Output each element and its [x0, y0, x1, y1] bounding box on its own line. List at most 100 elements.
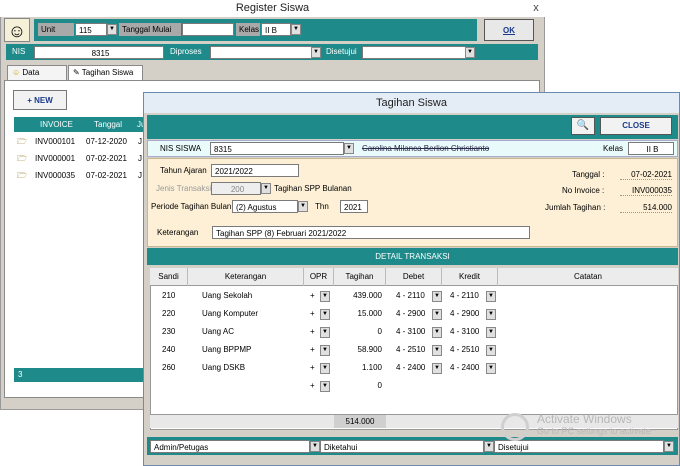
- kredit-dropdown-icon[interactable]: ▼: [486, 309, 496, 320]
- detail-table-header: Sandi Keterangan OPR Tagihan Debet Kredi…: [150, 268, 678, 286]
- tanggal-mulai-input[interactable]: [182, 23, 234, 36]
- disetujui-input[interactable]: [362, 46, 466, 59]
- row-keterangan: Uang Komputer: [202, 309, 259, 318]
- tahun-ajaran-input[interactable]: 2021/2022: [211, 164, 299, 177]
- jenis-transaksi-dropdown-icon[interactable]: ▼: [261, 183, 271, 194]
- opr-dropdown-icon[interactable]: ▼: [320, 363, 330, 374]
- row-sandi: 260: [162, 363, 176, 372]
- kelas-input[interactable]: II B: [261, 23, 291, 36]
- admin-dropdown-icon[interactable]: ▼: [310, 441, 320, 452]
- kelas-dropdown-icon[interactable]: ▼: [291, 24, 301, 35]
- jenis-transaksi-input[interactable]: 200: [211, 182, 261, 195]
- diketahui-field[interactable]: Diketahui: [320, 440, 484, 453]
- debet-dropdown-icon[interactable]: ▼: [432, 309, 442, 320]
- row-tagihan: 0: [377, 327, 382, 336]
- disetujui-label: Disetujui: [326, 47, 357, 56]
- kredit-dropdown-icon[interactable]: ▼: [486, 363, 496, 374]
- row-tagihan: 439.000: [353, 291, 382, 300]
- tab-tagihan-siswa-label: Tagihan Siswa: [81, 68, 134, 77]
- print-preview-icon[interactable]: 🔍: [571, 117, 595, 135]
- tab-data-siswa[interactable]: ☺ Data Siswa: [7, 65, 67, 91]
- new-button[interactable]: + NEW: [13, 90, 67, 110]
- folder-icon[interactable]: 🗁: [17, 133, 27, 150]
- nis-input[interactable]: 8315: [34, 46, 164, 59]
- admin-petugas-field[interactable]: Admin/Petugas: [150, 440, 310, 453]
- close-icon[interactable]: x: [530, 2, 542, 14]
- table-row[interactable]: 220 Uang Komputer + ▼ 15.000 4 - 2900 ▼ …: [150, 305, 678, 323]
- disetujui-dropdown-icon[interactable]: ▼: [465, 47, 475, 58]
- periode-dropdown-icon[interactable]: ▼: [298, 201, 308, 212]
- kelas-field: II B: [628, 142, 674, 155]
- kredit-dropdown-icon[interactable]: ▼: [486, 345, 496, 356]
- tanggal-label: Tanggal :: [572, 170, 605, 179]
- kredit-dropdown-icon[interactable]: ▼: [486, 291, 496, 302]
- grid-invoice: INV000035: [35, 171, 76, 180]
- col-keterangan: Keterangan: [188, 268, 304, 286]
- nis-siswa-input[interactable]: 8315: [210, 142, 344, 155]
- row-opr[interactable]: +: [310, 305, 315, 323]
- keterangan-input[interactable]: Tagihan SPP (8) Februari 2021/2022: [212, 226, 530, 239]
- grid-invoice: INV000101: [35, 137, 76, 146]
- grid-ju: J: [138, 171, 142, 180]
- jenis-transaksi-desc: Tagihan SPP Bulanan: [274, 184, 352, 193]
- row-opr[interactable]: +: [310, 323, 315, 341]
- row-sandi: 210: [162, 291, 176, 300]
- row-keterangan: Uang BPPMP: [202, 345, 252, 354]
- jumlah-tagihan-label: Jumlah Tagihan :: [545, 203, 606, 212]
- table-row[interactable]: 240 Uang BPPMP + ▼ 58.900 4 - 2510 ▼ 4 -…: [150, 341, 678, 359]
- grid-record-count: 3: [14, 368, 146, 382]
- opr-dropdown-icon[interactable]: ▼: [320, 309, 330, 320]
- diproses-label: Diproses: [170, 47, 202, 56]
- row-opr[interactable]: +: [310, 359, 315, 377]
- diketahui-dropdown-icon[interactable]: ▼: [484, 441, 494, 452]
- grid-tanggal: 07-02-2021: [86, 171, 127, 180]
- close-button[interactable]: CLOSE: [600, 117, 672, 135]
- row-opr[interactable]: +: [310, 341, 315, 359]
- nis-label: NIS: [12, 47, 26, 56]
- opr-dropdown-icon[interactable]: ▼: [320, 381, 330, 392]
- ok-button[interactable]: OK: [484, 19, 534, 41]
- jumlah-tagihan-value: 514.000: [620, 203, 672, 213]
- debet-dropdown-icon[interactable]: ▼: [432, 363, 442, 374]
- row-tagihan: 0: [377, 381, 382, 390]
- row-kredit: 4 - 2510: [450, 345, 480, 354]
- unit-input[interactable]: 115: [75, 23, 107, 36]
- row-opr[interactable]: +: [310, 377, 315, 395]
- tagihan-toolbar: [147, 115, 678, 139]
- folder-icon[interactable]: 🗁: [17, 167, 27, 184]
- row-debet: 4 - 2510: [396, 345, 426, 354]
- diproses-input[interactable]: [210, 46, 312, 59]
- opr-dropdown-icon[interactable]: ▼: [320, 327, 330, 338]
- grid-invoice: INV000001: [35, 154, 76, 163]
- table-row[interactable]: 🗁 INV000035 07-02-2021 J: [14, 167, 146, 184]
- periode-input[interactable]: (2) Agustus: [232, 200, 298, 213]
- row-debet: 4 - 2900: [396, 309, 426, 318]
- tab-tagihan-siswa[interactable]: ✎ Tagihan Siswa: [68, 65, 143, 80]
- opr-dropdown-icon[interactable]: ▼: [320, 291, 330, 302]
- debet-dropdown-icon[interactable]: ▼: [432, 291, 442, 302]
- debet-dropdown-icon[interactable]: ▼: [432, 327, 442, 338]
- kelas-label: Kelas: [603, 144, 624, 153]
- row-kredit: 4 - 2400: [450, 363, 480, 372]
- folder-icon[interactable]: 🗁: [17, 150, 27, 167]
- debet-dropdown-icon[interactable]: ▼: [432, 345, 442, 356]
- thn-input[interactable]: 2021: [340, 200, 368, 213]
- table-row[interactable]: 260 Uang DSKB + ▼ 1.100 4 - 2400 ▼ 4 - 2…: [150, 359, 678, 377]
- total-value: 514.000: [334, 415, 386, 428]
- row-debet: 4 - 3100: [396, 327, 426, 336]
- table-row[interactable]: 🗁 INV000101 07-12-2020 J: [14, 133, 146, 150]
- diproses-dropdown-icon[interactable]: ▼: [311, 47, 321, 58]
- kredit-dropdown-icon[interactable]: ▼: [486, 327, 496, 338]
- row-opr[interactable]: +: [310, 287, 315, 305]
- row-kredit: 4 - 3100: [450, 327, 480, 336]
- grid-ju: J: [138, 137, 142, 146]
- table-row[interactable]: 230 Uang AC + ▼ 0 4 - 3100 ▼ 4 - 3100 ▼: [150, 323, 678, 341]
- tanggal-mulai-label: Tanggal Mulai: [119, 23, 181, 36]
- table-row[interactable]: 210 Uang Sekolah + ▼ 439.000 4 - 2110 ▼ …: [150, 287, 678, 305]
- nis-siswa-dropdown-icon[interactable]: ▼: [344, 143, 354, 154]
- table-row[interactable]: + ▼ 0: [150, 377, 678, 395]
- table-row[interactable]: 🗁 INV000001 07-02-2021 J: [14, 150, 146, 167]
- unit-dropdown-icon[interactable]: ▼: [107, 24, 117, 35]
- opr-dropdown-icon[interactable]: ▼: [320, 345, 330, 356]
- row-kredit: 4 - 2900: [450, 309, 480, 318]
